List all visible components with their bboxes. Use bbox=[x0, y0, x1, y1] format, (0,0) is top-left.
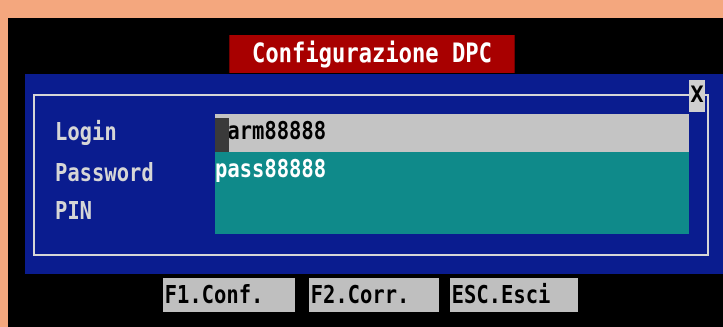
pin-field[interactable] bbox=[215, 192, 689, 234]
pin-label: PIN bbox=[55, 196, 93, 225]
login-field[interactable]: Farm88888 bbox=[215, 114, 689, 152]
f2-label: F2.Corr. bbox=[310, 280, 410, 309]
password-field[interactable]: pass88888 bbox=[215, 152, 689, 192]
dialog-title: Configurazione DPC bbox=[229, 35, 515, 73]
esc-exit-button[interactable]: ESC.Esci bbox=[450, 278, 578, 312]
login-label: Login bbox=[55, 117, 117, 146]
text-cursor bbox=[215, 118, 229, 152]
password-label: Password bbox=[55, 158, 154, 187]
f1-label: F1.Conf. bbox=[164, 280, 264, 309]
login-value: Farm88888 bbox=[215, 116, 327, 145]
password-value: pass88888 bbox=[215, 154, 327, 183]
esc-label: ESC.Esci bbox=[451, 280, 551, 309]
f1-conf-button[interactable]: F1.Conf. bbox=[163, 278, 295, 312]
f2-corr-button[interactable]: F2.Corr. bbox=[309, 278, 439, 312]
close-button[interactable]: X bbox=[689, 80, 705, 112]
